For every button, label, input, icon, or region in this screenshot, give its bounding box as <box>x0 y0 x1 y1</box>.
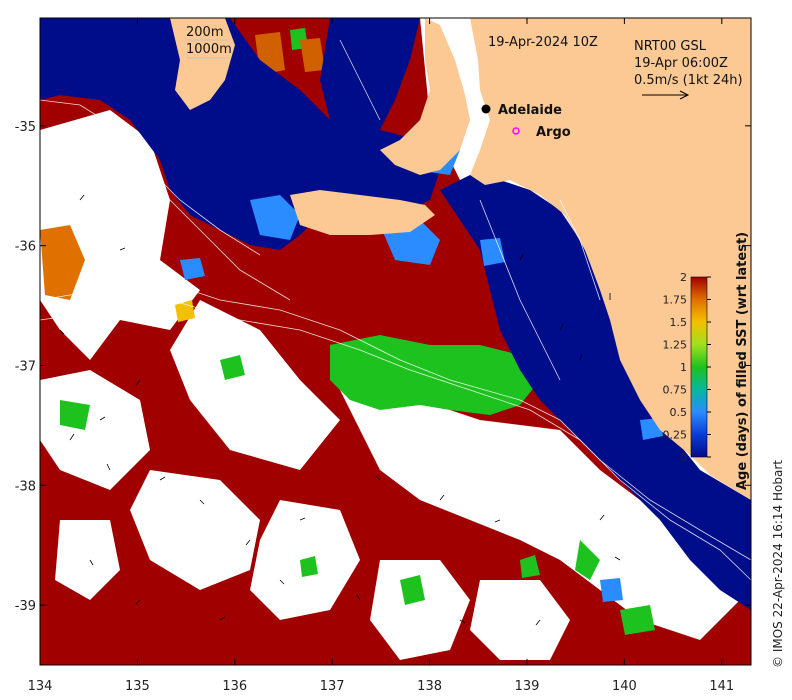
depth-label-1000m: 1000m <box>186 42 232 57</box>
x-tick-label: 136 <box>222 679 247 694</box>
depth-label-200m: 200m <box>186 25 223 40</box>
x-tick-label: 138 <box>417 679 442 694</box>
credit-label: © IMOS 22-Apr-2024 16:14 Hobart <box>771 460 785 668</box>
colorbar-gradient <box>690 276 708 458</box>
x-tick-label: 141 <box>709 679 734 694</box>
y-tick-label: -35 <box>15 120 36 135</box>
map-plot-area: Adelaide Argo 19-Apr-2024 10Z 200m 1000m… <box>40 18 751 665</box>
x-tick-label: 134 <box>28 679 53 694</box>
current-time-label: 19-Apr 06:00Z <box>634 56 728 71</box>
map-timestamp-title: 19-Apr-2024 10Z <box>488 35 598 50</box>
current-scale-label: 0.5m/s (1kt 24h) <box>634 73 743 88</box>
y-tick-label: -36 <box>15 240 36 255</box>
current-source-label: NRT00 GSL <box>634 39 707 54</box>
colorbar-tick-label: 1.5 <box>670 316 688 329</box>
colorbar-tick-label: 0.75 <box>663 384 688 397</box>
y-tick-label: -38 <box>15 479 36 494</box>
argo-label: Argo <box>536 125 571 140</box>
x-tick-label: 140 <box>612 679 637 694</box>
y-tick-label: -37 <box>15 359 36 374</box>
sst-age-map-figure: Adelaide Argo 19-Apr-2024 10Z 200m 1000m… <box>15 17 785 694</box>
colorbar-tick-label: 0.25 <box>663 429 688 442</box>
colorbar-tick-label: 0.5 <box>670 406 688 419</box>
colorbar-title: Age (days) of filled SST (wrt latest) <box>735 232 750 490</box>
colorbar-tick-label: 1.25 <box>663 339 688 352</box>
x-tick-label: 137 <box>320 679 345 694</box>
adelaide-label: Adelaide <box>498 103 562 118</box>
colorbar-tick-label: 1 <box>680 361 687 374</box>
colorbar-tick-label: 1.75 <box>663 294 688 307</box>
colorbar-tick-label: 0 <box>680 451 687 464</box>
x-tick-label: 135 <box>125 679 150 694</box>
colorbar-tick-label: 2 <box>680 271 687 284</box>
adelaide-marker <box>481 104 491 114</box>
x-tick-label: 139 <box>515 679 540 694</box>
y-tick-label: -39 <box>15 599 36 614</box>
